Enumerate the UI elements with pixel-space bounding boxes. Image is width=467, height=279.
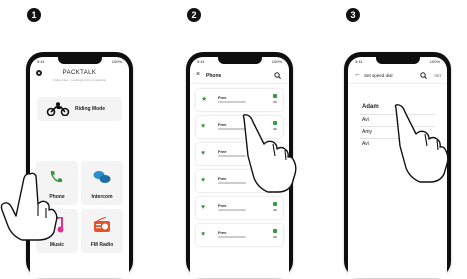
- speed-dial-slot[interactable]: ♥ Free: [196, 197, 283, 219]
- slot-title: Free: [218, 95, 227, 100]
- more-icon: [273, 209, 277, 211]
- notch: [375, 57, 420, 64]
- phone-mockup-3: 9:41 100% ← Set speed dial SET Adam Avi …: [344, 52, 451, 278]
- edit-icon[interactable]: [273, 202, 277, 206]
- step-2-badge: 2: [187, 8, 201, 22]
- tile-intercom[interactable]: Intercom: [81, 161, 123, 205]
- step-3-badge: 3: [346, 8, 360, 22]
- riding-mode-card[interactable]: Riding Mode: [37, 97, 122, 121]
- edit-icon[interactable]: [273, 229, 277, 233]
- brand-title: PACKTALK: [62, 70, 97, 76]
- contact-item[interactable]: Amy: [362, 129, 372, 135]
- connection-status: Online Now · Looking for the connection: [52, 78, 107, 82]
- radio-icon: [94, 217, 110, 232]
- status-battery: 100%: [429, 59, 440, 64]
- notch: [217, 57, 262, 64]
- app-bar: ← Set speed dial SET: [348, 69, 447, 84]
- notch: [57, 57, 102, 64]
- status-time: 9:41: [37, 59, 45, 64]
- phone-1-screen: 9:41 100% PACKTALK Online Now · Looking …: [30, 57, 129, 278]
- tile-intercom-label: Intercom: [91, 194, 113, 200]
- tile-music-label: Music: [49, 242, 65, 248]
- riding-mode-label: Riding Mode: [75, 106, 105, 112]
- phone-mockup-1: 9:41 100% PACKTALK Online Now · Looking …: [0, 52, 133, 278]
- phone-mockup-2: 9:41 100% × Phone ★ Free ♥ Free ♥ Free ♥…: [186, 52, 297, 278]
- status-time: 9:41: [355, 59, 363, 64]
- contact-item[interactable]: Adam: [362, 104, 379, 110]
- slot-title: Free: [218, 176, 227, 181]
- speed-dial-slot[interactable]: ♥ Free: [196, 224, 283, 246]
- motorcycle-icon: [46, 102, 70, 116]
- heart-icon: ♥: [201, 123, 206, 130]
- status-battery: 100%: [111, 59, 122, 64]
- search-icon[interactable]: [274, 72, 281, 79]
- tile-fm-radio-label: FM Radio: [90, 242, 114, 248]
- more-icon: [273, 101, 277, 103]
- slot-subtitle: [218, 236, 246, 238]
- heart-icon: ♥: [201, 231, 206, 238]
- contact-item[interactable]: Avi: [362, 141, 369, 147]
- back-arrow-icon[interactable]: ←: [354, 71, 361, 78]
- status-battery: 100%: [271, 59, 282, 64]
- slot-title: Free: [218, 230, 227, 235]
- speed-dial-slot[interactable]: ★ Free: [196, 89, 283, 111]
- search-icon[interactable]: [420, 72, 427, 79]
- slot-subtitle: [218, 209, 246, 211]
- page-title: Set speed dial: [364, 73, 393, 78]
- page-title: Phone: [206, 73, 222, 79]
- pointing-hand-illustration: [242, 114, 297, 193]
- star-icon: ★: [201, 96, 208, 103]
- tile-fm-radio[interactable]: FM Radio: [81, 209, 123, 253]
- pointing-hand-illustration: [0, 172, 58, 241]
- slot-title: Free: [218, 122, 227, 127]
- slot-subtitle: [218, 101, 246, 103]
- heart-icon: ♥: [201, 204, 206, 211]
- slot-title: Free: [218, 203, 227, 208]
- more-icon: [273, 236, 277, 238]
- step-1-badge: 1: [27, 8, 41, 22]
- status-time: 9:41: [197, 59, 205, 64]
- pointing-hand-illustration: [394, 104, 449, 183]
- slot-title: Free: [218, 149, 227, 154]
- set-button[interactable]: SET: [434, 73, 442, 78]
- heart-icon: ♥: [201, 177, 206, 184]
- heart-icon: ♥: [201, 150, 206, 157]
- contact-item[interactable]: Avi: [362, 117, 369, 123]
- close-icon[interactable]: ×: [196, 71, 200, 78]
- intercom-icon: [93, 171, 111, 183]
- app-bar: × Phone: [190, 69, 289, 84]
- edit-icon[interactable]: [273, 94, 277, 98]
